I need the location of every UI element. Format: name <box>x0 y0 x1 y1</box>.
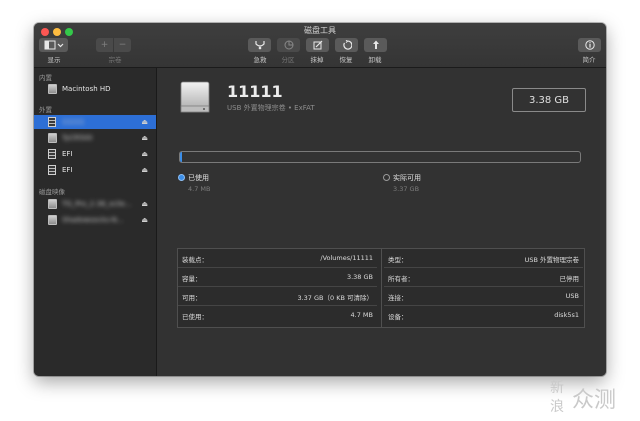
disk-icon <box>48 133 57 143</box>
toolbar: 磁盘工具 显示 + − 宗卷 急救 分区 抹掉 恢复 卸载 简介 <box>34 23 606 68</box>
sidebar-item-label: Shadowsocks-N... <box>62 216 124 224</box>
sidebar: 内置 Macintosh HD 外置 11111 ⏏ TyCR500 ⏏ EFI… <box>34 68 157 376</box>
add-volume-button[interactable]: + <box>96 38 113 52</box>
free-label: 实际可用 <box>393 174 421 182</box>
used-label: 已使用 <box>188 174 209 182</box>
info-row-type: 类型： USB 外置物理宗卷 <box>384 249 583 268</box>
info-row-used: 已使用： 4.7 MB <box>182 311 373 321</box>
sidebar-item-label: EFI <box>62 166 73 174</box>
volume-icon <box>48 117 56 127</box>
disk-utility-window: 磁盘工具 显示 + − 宗卷 急救 分区 抹掉 恢复 卸载 简介 内置 Maci… <box>34 23 606 376</box>
restore-button[interactable] <box>335 38 358 52</box>
sidebar-item-label: 11111 <box>62 118 85 126</box>
eject-icon[interactable]: ⏏ <box>141 150 148 158</box>
window-title: 磁盘工具 <box>304 26 336 35</box>
info-row-owners: 所有者： 已停用 <box>384 268 583 287</box>
used-legend-dot <box>178 174 185 181</box>
watermark: 新 浪 众测 <box>550 380 617 415</box>
sidebar-view-icon <box>44 40 63 50</box>
volume-label: 宗卷 <box>108 56 122 64</box>
stethoscope-icon <box>254 41 265 50</box>
disk-icon <box>48 84 57 94</box>
view-button[interactable] <box>39 38 68 52</box>
info-row-capacity: 容量： 3.38 GB <box>178 268 377 287</box>
info-row-available: 可用： 3.37 GB（0 KB 可清除） <box>178 287 377 306</box>
sidebar-item-efi[interactable]: EFI ⏏ <box>34 163 156 177</box>
partition-icon <box>284 40 293 50</box>
usage-bar-fill <box>180 152 182 162</box>
external-disk-icon <box>180 81 210 113</box>
erase-button[interactable] <box>306 38 329 52</box>
disk-image-icon <box>48 199 57 209</box>
sidebar-item-label: EFI <box>62 150 73 158</box>
sidebar-header-internal: 内置 <box>39 74 52 82</box>
eject-icon[interactable]: ⏏ <box>141 134 148 142</box>
unmount-button[interactable] <box>364 38 387 52</box>
eject-icon[interactable]: ⏏ <box>141 200 148 208</box>
view-label: 显示 <box>47 56 61 64</box>
sidebar-item-label: Macintosh HD <box>62 85 111 93</box>
usage-bar <box>179 151 581 163</box>
sidebar-item-external-disk[interactable]: TyCR500 ⏏ <box>34 131 156 145</box>
sidebar-item-disk-image[interactable]: TG_Pro_2.38_xclie... ⏏ <box>34 197 156 211</box>
info-row-connection: 连接： USB <box>384 287 583 306</box>
main-panel: 11111 USB 外置物理宗卷 • ExFAT 3.38 GB 已使用 4.7… <box>157 68 606 376</box>
info-label: 简介 <box>582 56 596 64</box>
sidebar-item-label: TG_Pro_2.38_xclie... <box>62 200 132 208</box>
erase-icon <box>313 40 322 50</box>
restore-icon <box>342 40 352 50</box>
info-row-mount-point: 装载点： /Volumes/11111 <box>178 249 377 268</box>
first-aid-button[interactable] <box>248 38 271 52</box>
free-legend-dot <box>383 174 390 181</box>
sidebar-item-disk-image[interactable]: Shadowsocks-N... ⏏ <box>34 213 156 227</box>
info-row-device: 设备： disk5s1 <box>388 311 579 321</box>
volume-name: 11111 <box>227 82 283 101</box>
remove-volume-button[interactable]: − <box>114 38 131 52</box>
unmount-icon <box>372 40 379 49</box>
sidebar-header-external: 外置 <box>39 106 52 114</box>
eject-icon[interactable]: ⏏ <box>141 166 148 174</box>
used-value: 4.7 MB <box>188 185 211 193</box>
sidebar-item-macintosh-hd[interactable]: Macintosh HD <box>34 82 156 96</box>
info-button[interactable] <box>578 38 601 52</box>
partition-button[interactable] <box>277 38 300 52</box>
volume-size: 3.38 GB <box>512 88 586 112</box>
sidebar-item-selected-volume[interactable]: 11111 ⏏ <box>34 115 156 129</box>
eject-icon[interactable]: ⏏ <box>141 216 148 224</box>
sidebar-header-disk-images: 磁盘映像 <box>39 188 65 196</box>
free-value: 3.37 GB <box>393 185 420 193</box>
disk-image-icon <box>48 215 57 225</box>
sidebar-item-label: TyCR500 <box>62 134 93 142</box>
eject-icon[interactable]: ⏏ <box>141 118 148 126</box>
volume-icon <box>48 165 56 175</box>
info-table: 装载点： /Volumes/11111 容量： 3.38 GB 可用： 3.37… <box>177 248 585 328</box>
volume-subtitle: USB 外置物理宗卷 • ExFAT <box>227 104 315 112</box>
unmount-label: 卸载 <box>368 56 382 64</box>
volume-icon <box>48 149 56 159</box>
sidebar-item-efi[interactable]: EFI ⏏ <box>34 147 156 161</box>
info-icon <box>584 40 595 50</box>
